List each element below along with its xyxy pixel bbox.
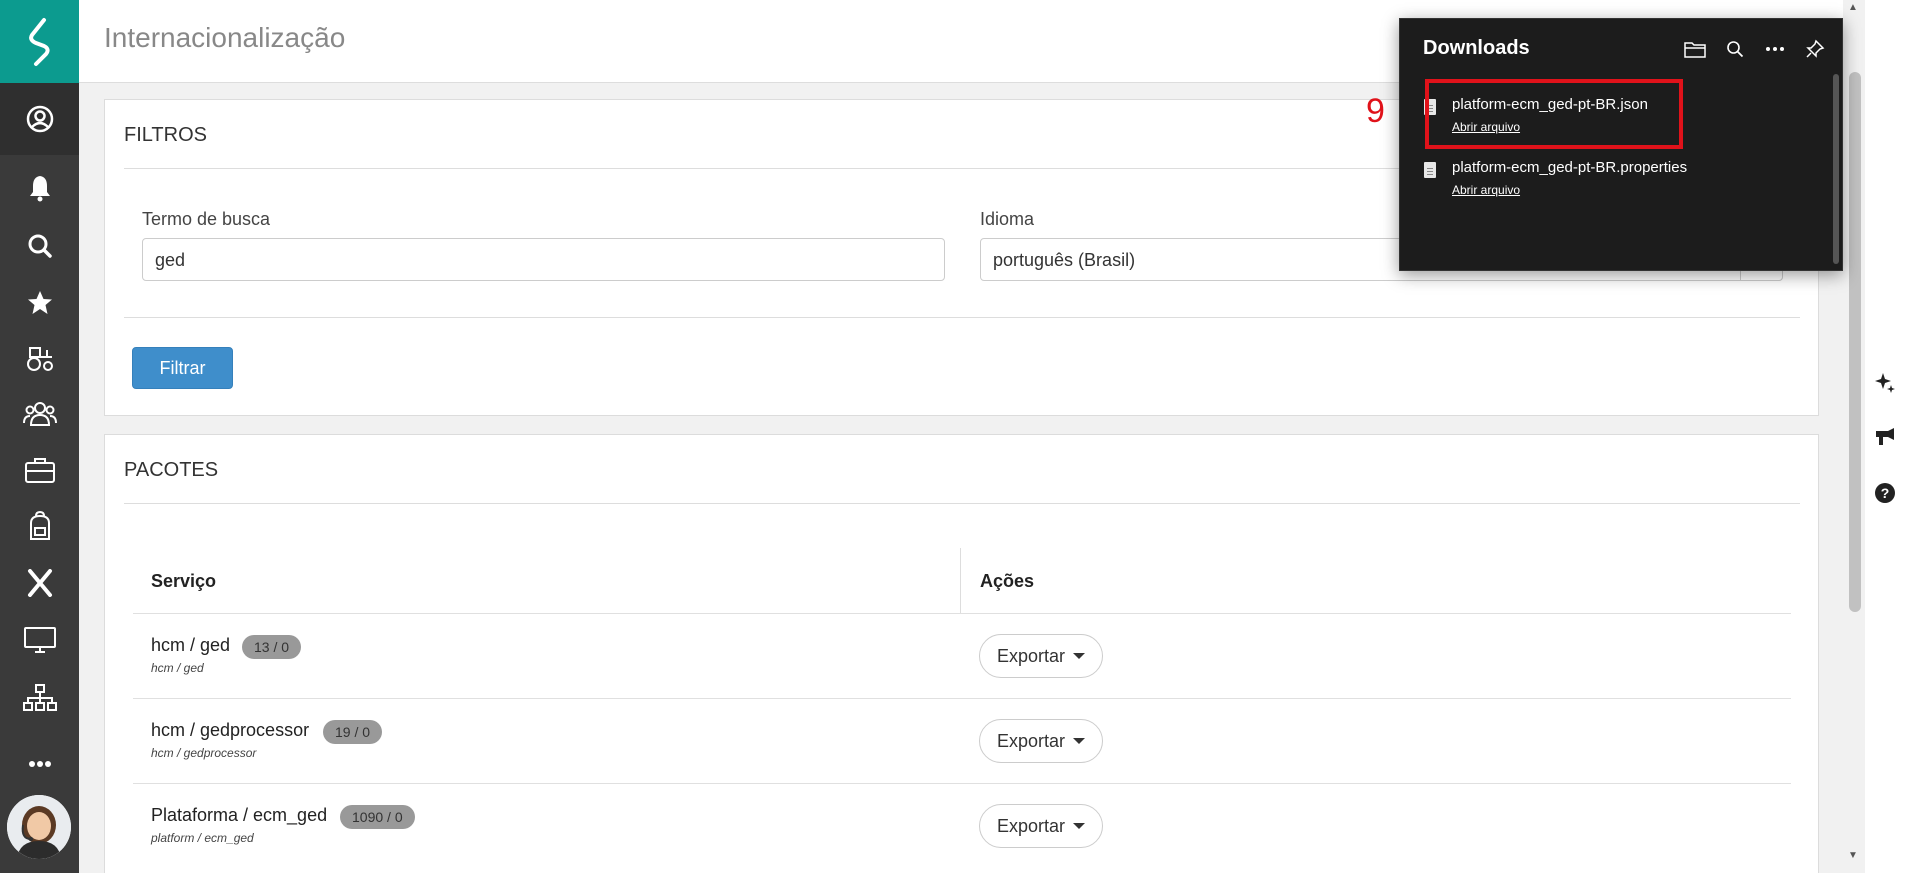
service-path: hcm / ged [151,661,204,675]
sparkle-icon[interactable] [1874,371,1896,393]
row-divider [133,698,1791,699]
page-title: Internacionalização [104,22,346,53]
briefcase-icon[interactable] [0,450,79,490]
team-icon[interactable] [0,393,79,433]
divider [124,317,1800,318]
row-divider [133,613,1791,614]
monitor-icon[interactable] [0,620,79,660]
scroll-down-arrow-icon[interactable]: ▼ [1848,850,1858,861]
scroll-up-arrow-icon[interactable]: ▲ [1848,2,1858,13]
download-item[interactable]: platform-ecm_ged-pt-BR.properties Abrir … [1422,157,1822,213]
announcement-icon[interactable] [1874,426,1896,448]
count-badge: 13 / 0 [242,635,302,659]
caret-down-icon [1073,653,1086,659]
service-name: Plataforma / ecm_ged [151,805,328,825]
row-divider [133,783,1791,784]
service-path: hcm / gedprocessor [151,746,257,760]
export-label: Exportar [996,815,1066,836]
help-icon[interactable]: ? [1874,482,1896,504]
export-label: Exportar [996,645,1066,666]
search-icon[interactable] [0,226,79,266]
highlight-box [1425,79,1683,149]
search-icon[interactable] [1721,35,1749,63]
left-rail [0,0,79,873]
column-divider [960,548,961,613]
language-label: Idioma [980,209,1035,229]
annotation-number: 9 [1366,92,1385,130]
svg-text:?: ? [1881,485,1890,501]
divider [124,503,1800,504]
avatar[interactable] [7,795,71,859]
export-button[interactable]: Exportar [979,634,1103,678]
count-badge: 1090 / 0 [340,805,415,829]
service-name: hcm / gedprocessor [151,720,310,740]
star-icon[interactable] [0,283,79,323]
logo-icon[interactable] [0,0,79,83]
more-options-icon[interactable] [1761,35,1789,63]
download-filename: platform-ecm_ged-pt-BR.properties [1452,159,1688,176]
col-service-header: Serviço [151,571,217,591]
right-utility-bar: ? [1865,0,1905,873]
caret-down-icon [1073,823,1086,829]
x-icon[interactable] [0,563,79,603]
downloads-title: Downloads [1423,37,1530,59]
export-button[interactable]: Exportar [979,719,1103,763]
export-button[interactable]: Exportar [979,804,1103,848]
tractor-icon[interactable] [0,338,79,378]
file-icon [1424,162,1436,178]
folder-icon[interactable] [1681,35,1709,63]
bell-icon[interactable] [0,168,79,208]
service-path: platform / ecm_ged [151,831,254,845]
filters-title: FILTROS [124,124,207,146]
downloads-scrollbar[interactable] [1833,74,1839,264]
more-icon[interactable] [0,744,79,784]
service-name: hcm / ged [151,635,231,655]
user-circle-icon[interactable] [0,83,79,155]
org-chart-icon[interactable] [0,678,79,718]
open-file-link[interactable]: Abrir arquivo [1452,183,1520,197]
count-badge: 19 / 0 [323,720,383,744]
scrollbar-thumb[interactable] [1849,72,1861,612]
backpack-icon[interactable] [0,506,79,546]
pin-icon[interactable] [1801,35,1829,63]
caret-down-icon [1073,738,1086,744]
filter-button[interactable]: Filtrar [132,347,233,389]
export-label: Exportar [996,730,1066,751]
col-actions-header: Ações [980,571,1035,591]
search-label: Termo de busca [142,209,271,229]
packages-title: PACOTES [124,459,219,481]
search-input[interactable]: ged [142,238,945,281]
